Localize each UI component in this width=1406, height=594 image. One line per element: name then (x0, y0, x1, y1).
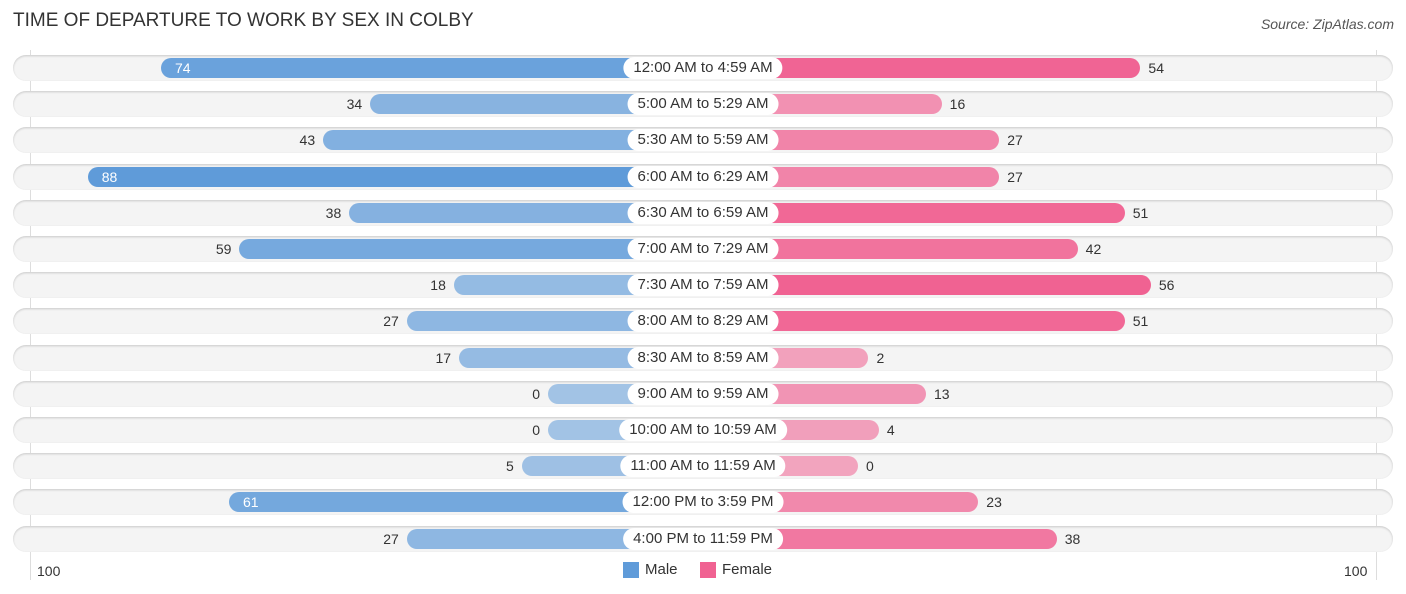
value-label-male: 0 (532, 422, 540, 438)
value-label-male: 88 (101, 168, 118, 185)
value-label-female: 23 (986, 494, 1002, 511)
value-label-female: 56 (1158, 277, 1175, 294)
category-label: 5:00 AM to 5:29 AM (627, 93, 779, 116)
legend-swatch-female (700, 561, 716, 578)
value-label-female: 54 (1148, 60, 1164, 76)
value-label-male: 27 (383, 530, 399, 547)
value-label-male: 43 (299, 132, 316, 149)
legend-female: Female (700, 561, 772, 578)
category-label: 6:00 AM to 6:29 AM (627, 165, 779, 188)
value-label-male: 27 (383, 313, 399, 330)
category-label: 12:00 AM to 4:59 AM (623, 57, 783, 79)
value-label-male: 17 (435, 349, 452, 366)
category-label: 12:00 PM to 3:59 PM (622, 491, 784, 514)
value-label-female: 38 (1064, 530, 1081, 547)
category-label: 5:30 AM to 5:59 AM (627, 129, 779, 152)
category-label: 8:00 AM to 8:29 AM (627, 310, 779, 333)
value-label-female: 27 (1007, 132, 1023, 149)
value-label-female: 16 (949, 96, 966, 113)
category-label: 7:30 AM to 7:59 AM (627, 274, 779, 297)
legend-male: Male (623, 561, 678, 578)
value-label-male: 38 (325, 204, 342, 221)
bar-male (160, 58, 703, 78)
value-label-male: 34 (346, 96, 363, 113)
category-label: 11:00 AM to 11:59 AM (620, 455, 786, 478)
category-label: 10:00 AM to 10:59 AM (619, 419, 787, 441)
category-label: 8:30 AM to 8:59 AM (627, 346, 779, 369)
source-label: Source: ZipAtlas.com (1260, 16, 1394, 32)
value-label-female: 4 (886, 422, 895, 438)
chart-title: TIME OF DEPARTURE TO WORK BY SEX IN COLB… (13, 10, 474, 31)
axis-right-label: 100 (1344, 563, 1368, 579)
value-label-female: 42 (1085, 241, 1102, 257)
category-label: 9:00 AM to 9:59 AM (627, 382, 779, 405)
value-label-female: 0 (866, 458, 874, 475)
value-label-male: 59 (215, 241, 232, 257)
value-label-male: 61 (242, 494, 259, 511)
category-label: 6:30 AM to 6:59 AM (627, 201, 779, 224)
value-label-male: 0 (532, 385, 540, 402)
legend-swatch-male (623, 561, 639, 578)
value-label-male: 74 (174, 60, 191, 76)
value-label-female: 51 (1132, 204, 1149, 221)
chart: TIME OF DEPARTURE TO WORK BY SEX IN COLB… (0, 0, 1406, 594)
value-label-male: 18 (430, 277, 446, 294)
value-label-female: 51 (1132, 313, 1149, 330)
legend-label-female: Female (722, 561, 773, 578)
value-label-male: 5 (506, 458, 514, 475)
category-label: 7:00 AM to 7:29 AM (627, 238, 779, 260)
legend-label-male: Male (645, 561, 678, 578)
category-label: 4:00 PM to 11:59 PM (623, 527, 783, 550)
value-label-female: 2 (876, 349, 885, 366)
value-label-female: 27 (1007, 168, 1023, 185)
axis-left-label: 100 (37, 563, 61, 579)
bar-male (87, 166, 703, 187)
value-label-female: 13 (933, 385, 950, 402)
